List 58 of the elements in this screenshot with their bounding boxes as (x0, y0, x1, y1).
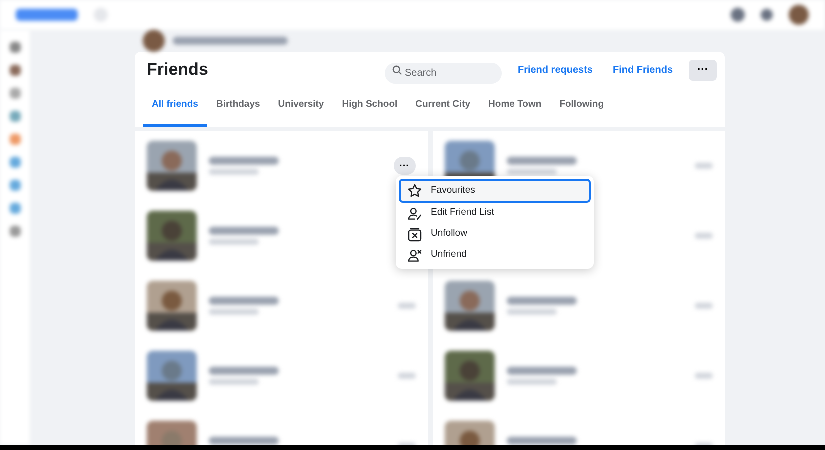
tab[interactable]: Birthdays (207, 87, 270, 127)
redacted-bar (506, 437, 576, 445)
redacted-bar (209, 379, 259, 385)
redacted-bar (506, 169, 556, 175)
tab[interactable]: All friends (143, 87, 208, 127)
sidebar-icon (10, 226, 20, 237)
sidebar-icon (10, 180, 20, 191)
sidebar-icon (10, 134, 20, 145)
round-icon (761, 9, 773, 21)
avatar (143, 30, 165, 52)
menu-item[interactable]: Favourites (399, 179, 591, 203)
sidebar-icon (10, 203, 20, 214)
redacted-bar (209, 437, 279, 445)
redacted-bar (506, 379, 556, 385)
redacted-bar (506, 157, 576, 165)
person-edit-icon (407, 206, 423, 222)
sidebar-icon (10, 88, 20, 99)
menu-item[interactable]: Unfollow (399, 224, 591, 245)
sidebar-icon (10, 157, 20, 168)
panel-title: Friends (146, 59, 210, 82)
header-link[interactable]: Find Friends (609, 62, 677, 78)
sidebar-icon (10, 42, 20, 53)
redacted-bar (209, 157, 279, 165)
tab[interactable]: High School (333, 87, 407, 127)
redacted-dots (695, 373, 713, 379)
round-icon (731, 8, 745, 22)
menu-item[interactable]: Unfriend (399, 245, 591, 266)
search-icon (392, 64, 403, 76)
sidebar-icon (10, 111, 20, 122)
more-button[interactable]: ··· (689, 60, 717, 80)
person-remove-icon (407, 248, 423, 264)
search-field[interactable]: Search (384, 62, 502, 84)
redacted-dots (695, 163, 713, 169)
redacted-dots (398, 303, 416, 309)
tab[interactable]: Current City (406, 87, 480, 127)
redacted-dots (695, 303, 713, 309)
round-icon (94, 8, 108, 22)
tab[interactable]: Following (550, 87, 614, 127)
tab[interactable]: Home Town (480, 87, 551, 127)
star-icon (407, 183, 423, 199)
redacted-bar (209, 227, 279, 235)
header-link[interactable]: Friend requests (514, 62, 597, 78)
unfollow-icon (407, 226, 423, 242)
redacted-bar (209, 169, 259, 175)
redacted-bar (506, 309, 556, 315)
redacted-bar (209, 367, 279, 375)
redacted-dots (695, 233, 713, 239)
redacted-bar (506, 297, 576, 305)
avatar (789, 5, 809, 25)
redacted-bar (209, 239, 259, 245)
logo-blur (16, 9, 78, 21)
tab[interactable]: University (269, 87, 334, 127)
sidebar-icon (10, 65, 20, 76)
redacted-dots (398, 373, 416, 379)
menu-item[interactable]: Edit Friend List (399, 203, 591, 224)
redacted-bar (506, 367, 576, 375)
redacted-bar (209, 297, 279, 305)
redacted-bar (209, 309, 259, 315)
